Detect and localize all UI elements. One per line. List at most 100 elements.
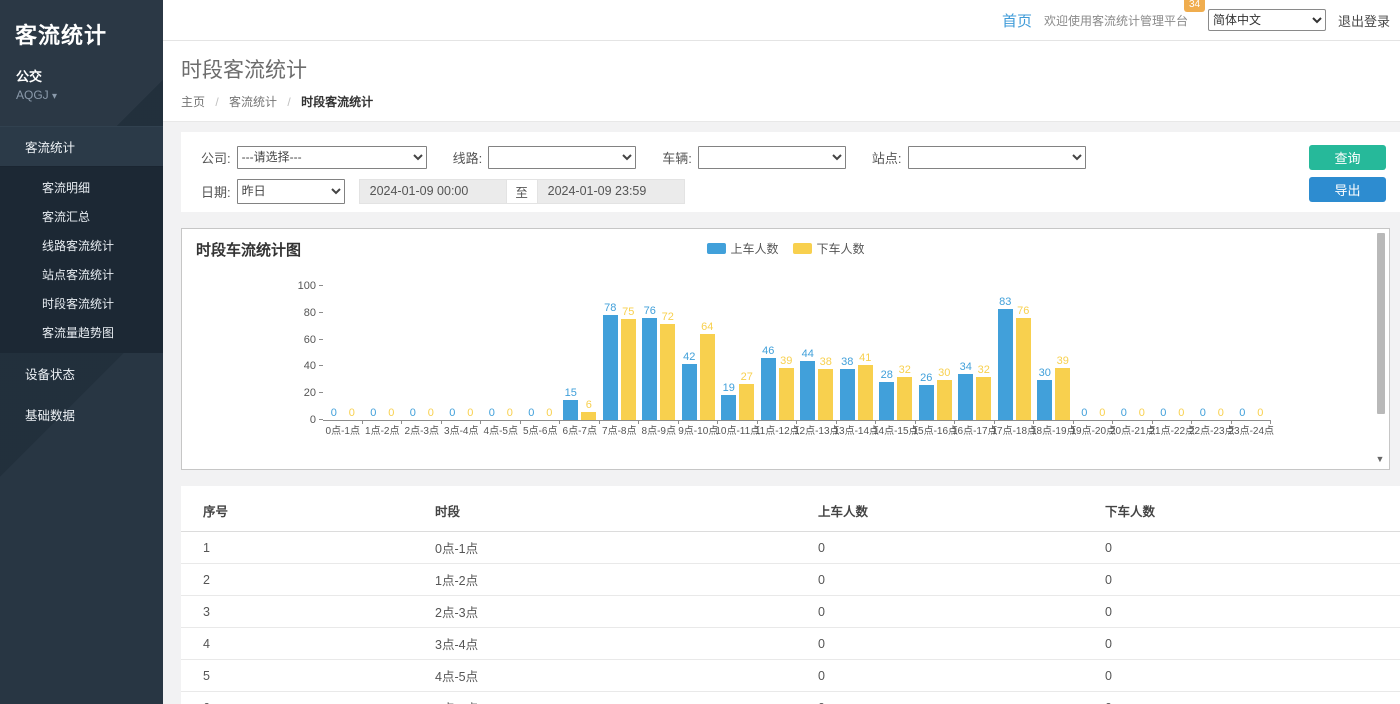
x-axis-tick bbox=[362, 420, 363, 424]
legend-item[interactable]: 上车人数 bbox=[706, 240, 778, 257]
table-cell: 0 bbox=[1083, 596, 1400, 628]
line-select[interactable] bbox=[488, 146, 636, 169]
sidebar-subitem-2[interactable]: 线路客流统计 bbox=[0, 231, 163, 260]
bar-boarding: 78 bbox=[603, 286, 618, 420]
home-link[interactable]: 首页 bbox=[1002, 10, 1032, 31]
date-range-join: 至 bbox=[507, 179, 537, 204]
line-label: 线路: bbox=[453, 148, 483, 167]
x-axis-label: 9点-10点 bbox=[678, 422, 718, 437]
bar-value-label: 0 bbox=[1218, 407, 1224, 420]
bar-value-label: 6 bbox=[586, 399, 592, 412]
breadcrumb-current: 时段客流统计 bbox=[301, 95, 373, 109]
bar-boarding: 0 bbox=[326, 286, 341, 420]
chart-group: 0023点-24点 bbox=[1232, 286, 1272, 420]
bar bbox=[621, 319, 636, 420]
breadcrumb-passenger-stats[interactable]: 客流统计 bbox=[229, 95, 277, 109]
bar-alighting: 41 bbox=[858, 286, 873, 420]
bar-boarding: 30 bbox=[1037, 286, 1052, 420]
bar bbox=[642, 318, 657, 420]
language-wrap: 34 简体中文 bbox=[1208, 9, 1326, 31]
bar-alighting: 0 bbox=[1213, 286, 1228, 420]
scroll-down-arrow-icon[interactable]: ▼ bbox=[1375, 453, 1385, 465]
sidebar-item-base-data[interactable]: 基础数据 bbox=[0, 394, 163, 435]
bar bbox=[563, 400, 578, 420]
org-code-dropdown[interactable]: AQGJ ▾ bbox=[0, 85, 163, 102]
page-title: 时段客流统计 bbox=[181, 54, 1400, 84]
col-header-period: 时段 bbox=[413, 490, 796, 532]
table-cell: 4 bbox=[181, 628, 413, 660]
sidebar-subitem-4[interactable]: 时段客流统计 bbox=[0, 289, 163, 318]
chart-group: 003点-4点 bbox=[442, 286, 482, 420]
chart-group: 0019点-20点 bbox=[1074, 286, 1114, 420]
chart-group: 463911点-12点 bbox=[758, 286, 798, 420]
sidebar-subitem-5[interactable]: 客流量趋势图 bbox=[0, 318, 163, 347]
date-preset-select[interactable]: 昨日 bbox=[237, 179, 345, 204]
company-select[interactable]: ---请选择--- bbox=[237, 146, 427, 169]
company-label: 公司: bbox=[201, 148, 231, 167]
bar-alighting: 0 bbox=[1253, 286, 1268, 420]
welcome-text: 欢迎使用客流统计管理平台 bbox=[1044, 12, 1188, 29]
bar-alighting: 30 bbox=[937, 286, 952, 420]
bar bbox=[682, 364, 697, 420]
scrollbar-thumb[interactable] bbox=[1377, 233, 1385, 414]
x-axis-tick bbox=[559, 420, 560, 424]
bar-value-label: 38 bbox=[841, 356, 853, 369]
legend-item[interactable]: 下车人数 bbox=[793, 240, 865, 257]
sidebar-subitem-3[interactable]: 站点客流统计 bbox=[0, 260, 163, 289]
bar bbox=[779, 368, 794, 420]
bar-value-label: 78 bbox=[604, 302, 616, 315]
table-cell: 1点-2点 bbox=[413, 564, 796, 596]
chart-group: 005点-6点 bbox=[521, 286, 561, 420]
topbar: 首页 欢迎使用客流统计管理平台 34 简体中文 退出登录 bbox=[163, 0, 1400, 41]
bar-boarding: 0 bbox=[1156, 286, 1171, 420]
chart-title: 时段车流统计图 bbox=[196, 239, 301, 260]
y-axis-tick-label: 40 bbox=[289, 360, 323, 372]
chart-group: 004点-5点 bbox=[481, 286, 521, 420]
sidebar-item-passenger-stats[interactable]: 客流统计 bbox=[0, 127, 163, 167]
bar-boarding: 19 bbox=[721, 286, 736, 420]
chart-group: 000点-1点 bbox=[323, 286, 363, 420]
chart-group: 303918点-19点 bbox=[1034, 286, 1074, 420]
bar-boarding: 38 bbox=[840, 286, 855, 420]
bar-boarding: 46 bbox=[761, 286, 776, 420]
bar-value-label: 27 bbox=[741, 371, 753, 384]
table-cell: 6 bbox=[181, 692, 413, 704]
bar bbox=[1037, 380, 1052, 420]
bar-value-label: 30 bbox=[1039, 367, 1051, 380]
chart-scrollbar[interactable]: ▼ bbox=[1375, 233, 1385, 465]
query-button[interactable]: 查询 bbox=[1309, 145, 1386, 170]
table-cell: 3点-4点 bbox=[413, 628, 796, 660]
table-cell: 5 bbox=[181, 660, 413, 692]
bar-value-label: 0 bbox=[349, 407, 355, 420]
bar-boarding: 0 bbox=[1077, 286, 1092, 420]
bar-alighting: 0 bbox=[423, 286, 438, 420]
bar-boarding: 44 bbox=[800, 286, 815, 420]
page-header: 时段客流统计 主页 / 客流统计 / 时段客流统计 bbox=[163, 41, 1400, 122]
date-end-input[interactable] bbox=[537, 179, 685, 204]
table-cell: 0 bbox=[1083, 660, 1400, 692]
x-axis-tick bbox=[599, 420, 600, 424]
bar-value-label: 32 bbox=[899, 364, 911, 377]
sidebar-item-device-status[interactable]: 设备状态 bbox=[0, 353, 163, 394]
station-select[interactable] bbox=[908, 146, 1086, 169]
table-cell: 0 bbox=[1083, 532, 1400, 564]
bar-alighting: 64 bbox=[700, 286, 715, 420]
chart-group: 443812点-13点 bbox=[797, 286, 837, 420]
export-button[interactable]: 导出 bbox=[1309, 177, 1386, 202]
bar-value-label: 28 bbox=[881, 369, 893, 382]
breadcrumb-home[interactable]: 主页 bbox=[181, 95, 205, 109]
vehicle-select[interactable] bbox=[698, 146, 846, 169]
bar-value-label: 0 bbox=[528, 407, 534, 420]
language-select[interactable]: 简体中文 bbox=[1208, 9, 1326, 31]
table-row: 54点-5点00 bbox=[181, 660, 1400, 692]
x-axis-label: 10点-11点 bbox=[715, 422, 760, 437]
sidebar: 客流统计 公交 AQGJ ▾ 客流统计 客流明细客流汇总线路客流统计站点客流统计… bbox=[0, 0, 163, 704]
sidebar-subitem-1[interactable]: 客流汇总 bbox=[0, 202, 163, 231]
date-start-input[interactable] bbox=[359, 179, 507, 204]
bar-alighting: 6 bbox=[581, 286, 596, 420]
logout-link[interactable]: 退出登录 bbox=[1338, 11, 1390, 30]
bar bbox=[761, 358, 776, 420]
table-row: 65点-6点00 bbox=[181, 692, 1400, 704]
sidebar-subitem-0[interactable]: 客流明细 bbox=[0, 173, 163, 202]
chart-group: 837617点-18点 bbox=[995, 286, 1035, 420]
